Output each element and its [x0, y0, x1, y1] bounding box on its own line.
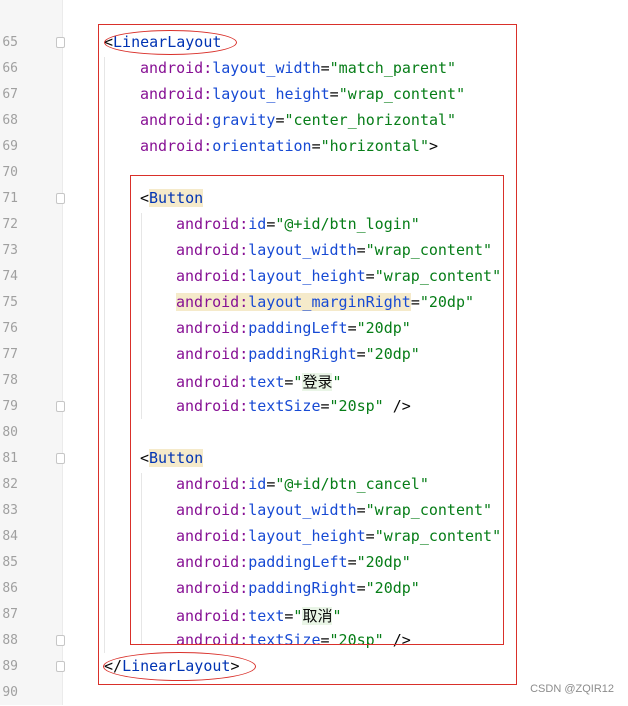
- line-number: 86: [2, 581, 18, 596]
- line-number: 68: [2, 113, 18, 128]
- line-number: 66: [2, 61, 18, 76]
- line-number: 76: [2, 321, 18, 336]
- fold-marker-icon[interactable]: [56, 401, 65, 412]
- line-number: 75: [2, 295, 18, 310]
- line-number: 90: [2, 685, 18, 700]
- line-number: 87: [2, 607, 18, 622]
- fold-marker-icon[interactable]: [56, 37, 65, 48]
- line-number: 79: [2, 399, 18, 414]
- fold-marker-icon[interactable]: [56, 635, 65, 646]
- line-number: 69: [2, 139, 18, 154]
- fold-marker-icon[interactable]: [56, 193, 65, 204]
- line-number: 80: [2, 425, 18, 440]
- line-number: 65: [2, 35, 18, 50]
- line-number: 67: [2, 87, 18, 102]
- code-editor[interactable]: 65 <LinearLayout 66 android:layout_width="m…: [0, 0, 628, 705]
- fold-marker-icon[interactable]: [56, 453, 65, 464]
- line-number: 71: [2, 191, 18, 206]
- annotation-ellipse-close-tag: [103, 652, 256, 681]
- line-number: 78: [2, 373, 18, 388]
- line-number: 70: [2, 165, 18, 180]
- line-number: 77: [2, 347, 18, 362]
- line-number: 72: [2, 217, 18, 232]
- line-number: 73: [2, 243, 18, 258]
- fold-marker-icon[interactable]: [56, 661, 65, 672]
- line-number: 85: [2, 555, 18, 570]
- line-number: 83: [2, 503, 18, 518]
- watermark: CSDN @ZQIR12: [530, 683, 614, 695]
- line-number: 88: [2, 633, 18, 648]
- line-number: 81: [2, 451, 18, 466]
- line-number: 84: [2, 529, 18, 544]
- line-number: 74: [2, 269, 18, 284]
- line-number: 82: [2, 477, 18, 492]
- line-number: 89: [2, 659, 18, 674]
- annotation-box-buttons: [130, 175, 504, 645]
- annotation-ellipse-open-tag: [104, 30, 237, 55]
